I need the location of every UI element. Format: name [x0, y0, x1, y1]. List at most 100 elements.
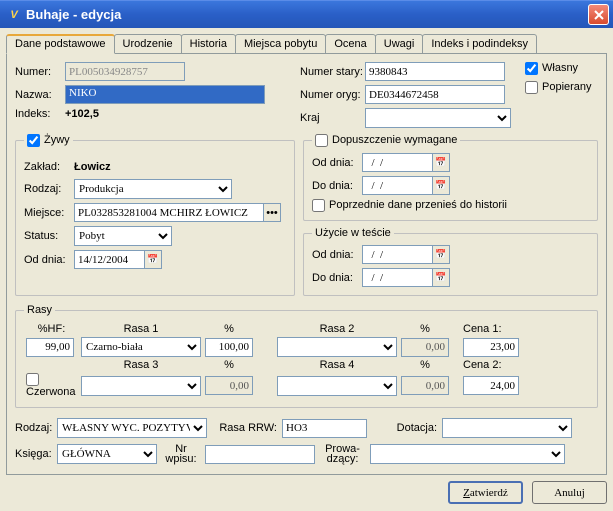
czerwona-checkbox[interactable]	[26, 373, 39, 386]
numer-stary-label: Numer stary:	[300, 66, 365, 78]
calendar-icon[interactable]: 📅	[432, 245, 450, 264]
numer-label: Numer:	[15, 66, 65, 78]
rasa1-select[interactable]: Czarno-biała	[81, 337, 201, 357]
tab-dane-podstawowe[interactable]: Dane podstawowe	[6, 34, 115, 54]
dopuszczenie-checkbox[interactable]	[315, 134, 328, 147]
titlebar: V Buhaje - edycja	[0, 0, 613, 28]
rasa2-label: Rasa 2	[275, 322, 399, 336]
cena1-label: Cena 1:	[461, 322, 589, 336]
zaklad-value: Łowicz	[74, 161, 111, 173]
hf-label: %HF:	[24, 322, 79, 336]
pct4-label: %	[399, 358, 451, 372]
rasa-rrw-input[interactable]	[282, 419, 367, 438]
prowadzacy-select[interactable]	[370, 444, 565, 464]
status-label: Status:	[24, 230, 74, 242]
pct1-input[interactable]	[205, 338, 253, 357]
pct4-input	[401, 376, 449, 395]
cena2-input[interactable]	[463, 376, 519, 395]
ksiega-label: Księga:	[15, 448, 57, 460]
ksiega-select[interactable]: GŁÓWNA	[57, 444, 157, 464]
dopusz-do-dnia-input[interactable]	[362, 176, 432, 195]
tab-historia[interactable]: Historia	[181, 34, 236, 53]
rasa4-label: Rasa 4	[275, 358, 399, 372]
rasa2-select[interactable]	[277, 337, 397, 357]
nr-wpisu-input[interactable]	[205, 445, 315, 464]
dotacja-select[interactable]	[442, 418, 572, 438]
cena1-input[interactable]	[463, 338, 519, 357]
rasa3-select[interactable]	[81, 376, 201, 396]
numer-oryg-input[interactable]	[365, 85, 505, 104]
tab-indeks[interactable]: Indeks i podindeksy	[422, 34, 537, 53]
wlasny-checkbox[interactable]	[525, 62, 538, 75]
tab-urodzenie[interactable]: Urodzenie	[114, 34, 182, 53]
dotacja-label: Dotacja:	[367, 422, 442, 434]
numer-input	[65, 62, 185, 81]
numer-stary-input[interactable]	[365, 62, 505, 81]
popierany-checkbox[interactable]	[525, 81, 538, 94]
dopusz-do-dnia-label: Do dnia:	[312, 180, 362, 192]
miejsce-label: Miejsce:	[24, 207, 74, 219]
pct3-label: %	[203, 358, 255, 372]
indeks-value: +102,5	[65, 108, 99, 120]
calendar-icon[interactable]: 📅	[432, 153, 450, 172]
poprzednie-checkbox[interactable]	[312, 199, 325, 212]
popierany-checkbox-label[interactable]: Popierany	[525, 81, 592, 93]
pct2-label: %	[399, 322, 451, 336]
dopuszczenie-group: Dopuszczenie wymagane Od dnia: 📅 Do dnia…	[303, 134, 598, 221]
rodzaj2-select[interactable]: WŁASNY WYC. POZYTYV	[57, 418, 207, 438]
miejsce-browse-button[interactable]: •••	[263, 203, 281, 222]
rodzaj-select[interactable]: Produkcja	[74, 179, 232, 199]
calendar-icon[interactable]: 📅	[432, 176, 450, 195]
uzycie-od-dnia-input[interactable]	[362, 245, 432, 264]
zywy-checkbox-label[interactable]: Żywy	[27, 134, 70, 146]
od-dnia-input[interactable]	[74, 250, 144, 269]
window-title: Buhaje - edycja	[26, 7, 588, 22]
rodzaj-label: Rodzaj:	[24, 183, 74, 195]
miejsce-input[interactable]	[74, 203, 264, 222]
status-select[interactable]: Pobyt	[74, 226, 172, 246]
tab-panel: Numer: Nazwa: NIKO Indeks: +102,5 Numer …	[6, 54, 607, 475]
cena2-label: Cena 2:	[461, 358, 589, 372]
uzycie-do-dnia-input[interactable]	[362, 268, 432, 287]
nazwa-label: Nazwa:	[15, 89, 65, 101]
rasa4-select[interactable]	[277, 376, 397, 396]
nr-wpisu-label: Nrwpisu:	[157, 444, 205, 464]
uzycie-group: Użycie w teście Od dnia: 📅 Do dnia: 📅	[303, 227, 598, 296]
od-dnia-label: Od dnia:	[24, 254, 74, 266]
rasa-rrw-label: Rasa RRW:	[207, 422, 282, 434]
hf-input[interactable]	[26, 338, 74, 357]
kraj-select[interactable]	[365, 108, 511, 128]
prowadzacy-label: Prowa-dzący:	[315, 444, 370, 464]
uzycie-do-dnia-label: Do dnia:	[312, 272, 362, 284]
czerwona-checkbox-label[interactable]: Czerwona	[26, 373, 76, 398]
dopuszczenie-checkbox-label[interactable]: Dopuszczenie wymagane	[315, 134, 457, 146]
rasy-group: Rasy %HF: Rasa 1 % Rasa 2 % Cena 1: Czar…	[15, 304, 598, 408]
close-button[interactable]	[588, 4, 609, 25]
close-icon	[594, 10, 604, 20]
ok-button[interactable]: Zatwierdź	[448, 481, 523, 504]
uzycie-legend: Użycie w teście	[312, 227, 394, 239]
indeks-label: Indeks:	[15, 108, 65, 120]
calendar-icon[interactable]: 📅	[432, 268, 450, 287]
kraj-label: Kraj	[300, 112, 365, 124]
zywy-checkbox[interactable]	[27, 134, 40, 147]
nazwa-input[interactable]: NIKO	[65, 85, 265, 104]
tab-miejsca-pobytu[interactable]: Miejsca pobytu	[235, 34, 326, 53]
rasy-legend: Rasy	[24, 304, 55, 316]
tab-ocena[interactable]: Ocena	[325, 34, 375, 53]
rodzaj2-label: Rodzaj:	[15, 422, 57, 434]
tabstrip: Dane podstawowe Urodzenie Historia Miejs…	[6, 34, 607, 54]
zaklad-label: Zakład:	[24, 161, 74, 173]
dopusz-od-dnia-input[interactable]	[362, 153, 432, 172]
pct2-input	[401, 338, 449, 357]
rasa1-label: Rasa 1	[79, 322, 203, 336]
rasa3-label: Rasa 3	[79, 358, 203, 372]
pct1-label: %	[203, 322, 255, 336]
zywy-group: Żywy Zakład: Łowicz Rodzaj: Produkcja Mi…	[15, 134, 295, 296]
poprzednie-checkbox-label[interactable]: Poprzednie dane przenieś do historii	[312, 199, 507, 211]
calendar-icon[interactable]: 📅	[144, 250, 162, 269]
uzycie-od-dnia-label: Od dnia:	[312, 249, 362, 261]
cancel-button[interactable]: Anuluj	[532, 481, 607, 504]
tab-uwagi[interactable]: Uwagi	[375, 34, 424, 53]
wlasny-checkbox-label[interactable]: Własny	[525, 62, 578, 74]
